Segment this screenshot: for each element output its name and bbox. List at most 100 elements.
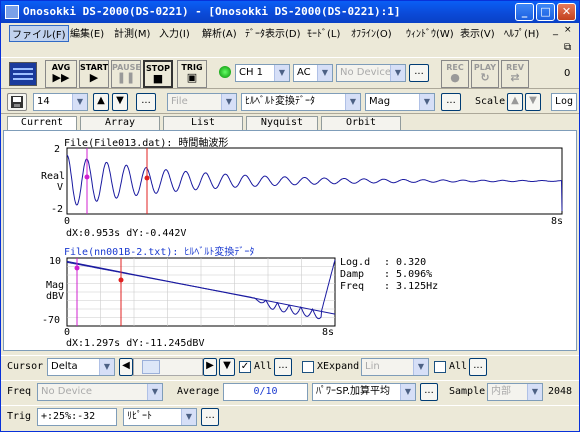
minimize-button[interactable]: _ bbox=[515, 3, 534, 21]
buffer-number-select[interactable]: 14 ▼ bbox=[33, 93, 88, 111]
tab-array[interactable]: Array bbox=[80, 116, 160, 130]
save-icon[interactable] bbox=[7, 93, 27, 111]
move-up-button[interactable]: ▲ bbox=[93, 93, 109, 111]
play-icon: ▶ bbox=[89, 71, 99, 84]
chevron-down-icon: ▼ bbox=[390, 65, 405, 81]
triangle-up-icon: ▲ bbox=[511, 95, 519, 106]
xexpand-checkbox[interactable] bbox=[302, 361, 314, 373]
move-down-button[interactable]: ▼ bbox=[112, 93, 128, 111]
plot2-cursor-2-marker bbox=[118, 277, 124, 283]
chevron-down-icon: ▼ bbox=[99, 359, 114, 375]
average-mode-select[interactable]: ﾊﾟﾜｰSP.加算平均 ▼ bbox=[312, 383, 416, 401]
format-more-button[interactable]: ... bbox=[441, 93, 461, 111]
tab-list[interactable]: List bbox=[163, 116, 243, 130]
cursor-left-button[interactable]: ◀ bbox=[119, 358, 133, 376]
expand-more-button[interactable]: ... bbox=[469, 358, 487, 376]
rec-button[interactable]: REC ● bbox=[441, 60, 469, 88]
freq-device-select[interactable]: No Device ▼ bbox=[37, 383, 163, 401]
sample-count: 2048 bbox=[548, 386, 573, 397]
cursor-scrollbar[interactable] bbox=[133, 358, 203, 376]
frequency-bar: Freq No Device ▼ Average 0/10 ﾊﾟﾜｰSP.加算平… bbox=[1, 380, 579, 402]
device-more-button[interactable]: ... bbox=[409, 64, 429, 82]
close-button[interactable]: ✕ bbox=[557, 3, 576, 21]
cursor-label: Cursor bbox=[7, 361, 44, 372]
tab-nyquist[interactable]: Nyquist bbox=[246, 116, 318, 130]
application-window: Onosokki DS-2000(DS-0221) - [Onosokki DS… bbox=[0, 0, 580, 432]
trigger-icon: ▣ bbox=[186, 71, 198, 84]
all-cursor-label: All bbox=[254, 361, 273, 372]
avg-button[interactable]: AVG ▶▶ bbox=[45, 60, 77, 88]
menu-mode[interactable]: ﾓｰﾄﾞ(L) bbox=[307, 25, 340, 40]
window-title: Onosokki DS-2000(DS-0221) - [Onosokki DS… bbox=[23, 5, 401, 18]
menu-input[interactable]: 入力(I) bbox=[159, 25, 190, 40]
play-button[interactable]: PLAY ↻ bbox=[471, 60, 499, 88]
cursor-down-button[interactable]: ▼ bbox=[219, 358, 235, 376]
scale-label: Scale bbox=[475, 96, 506, 107]
menu-file[interactable]: ファイル(F) bbox=[9, 25, 69, 42]
menu-analysis[interactable]: 解析(A) bbox=[202, 25, 237, 40]
chevron-down-icon: ▼ bbox=[419, 94, 434, 110]
reverse-icon: ⇄ bbox=[510, 71, 520, 84]
data-type-select[interactable]: ﾋﾙﾍﾞﾙﾄ変換ﾃﾞｰﾀ ▼ bbox=[241, 93, 361, 111]
buffer-more-button[interactable]: ... bbox=[136, 93, 156, 111]
chevron-down-icon: ▼ bbox=[413, 359, 428, 375]
average-more-button[interactable]: ... bbox=[420, 383, 438, 401]
mdi-minimize-button[interactable]: _ bbox=[553, 25, 558, 36]
counter-value: 0 bbox=[564, 68, 571, 79]
pause-button[interactable]: PAUSE ❚❚ bbox=[111, 60, 141, 88]
trigger-mode-select[interactable]: ﾘﾋﾟｰﾄ ▼ bbox=[123, 408, 197, 426]
title-bar[interactable]: Onosokki DS-2000(DS-0221) - [Onosokki DS… bbox=[1, 1, 579, 23]
plot1-cursor-2-marker bbox=[144, 175, 150, 181]
rev-button[interactable]: REV ⇄ bbox=[501, 60, 529, 88]
mdi-restore-button[interactable]: ⧉ bbox=[564, 42, 571, 53]
all-expand-checkbox[interactable] bbox=[434, 361, 446, 373]
menu-help[interactable]: ﾍﾙﾌﾟ(H) bbox=[504, 25, 539, 40]
chevron-down-icon: ▼ bbox=[274, 65, 289, 81]
cursor-right-button[interactable]: ▶ bbox=[203, 358, 217, 376]
menu-offline[interactable]: ｵﾌﾗｲﾝ(O) bbox=[351, 25, 392, 40]
chevron-down-icon: ▼ bbox=[72, 94, 87, 110]
stop-button[interactable]: STOP ■ bbox=[143, 60, 173, 88]
plot2-cursor-1-marker bbox=[74, 265, 80, 271]
replay-icon: ↻ bbox=[480, 71, 490, 84]
data-toolbar: 14 ▼ ▲ ▼ ... File ▼ ﾋﾙﾍﾞﾙﾄ変換ﾃﾞｰﾀ ▼ Mag ▼… bbox=[1, 90, 579, 114]
scale-up-button[interactable]: ▲ bbox=[507, 93, 523, 111]
all-cursor-checkbox[interactable]: ✓ bbox=[239, 361, 251, 373]
trig-button[interactable]: TRIG ▣ bbox=[177, 60, 207, 88]
plot1-cursor-1-marker bbox=[84, 174, 90, 180]
tab-orbit[interactable]: Orbit bbox=[321, 116, 401, 130]
scale-down-button[interactable]: ▼ bbox=[525, 93, 541, 111]
display-format-select[interactable]: Mag ▼ bbox=[365, 93, 435, 111]
maximize-button[interactable]: □ bbox=[536, 3, 555, 21]
channel-select[interactable]: CH 1 ▼ bbox=[235, 64, 290, 82]
menu-data-display[interactable]: ﾃﾞｰﾀ表示(D) bbox=[245, 25, 301, 40]
app-icon[interactable] bbox=[5, 5, 19, 19]
sample-source-select[interactable]: 内部 ▼ bbox=[487, 383, 543, 401]
menu-edit[interactable]: 編集(E) bbox=[70, 25, 104, 40]
file-select[interactable]: File ▼ bbox=[167, 93, 237, 111]
trigger-more-button[interactable]: ... bbox=[201, 408, 219, 426]
average-label: Average bbox=[177, 386, 220, 397]
menu-window[interactable]: ｳｨﾝﾄﾞｳ(W) bbox=[406, 25, 454, 40]
chevron-down-icon: ▼ bbox=[527, 384, 542, 400]
cursor-mode-select[interactable]: Delta ▼ bbox=[47, 358, 115, 376]
scale-type-field[interactable]: Log bbox=[551, 93, 577, 111]
mdi-close-button[interactable]: × bbox=[564, 25, 572, 35]
average-count-field[interactable]: 0/10 bbox=[223, 383, 308, 401]
cursor-scroll-thumb[interactable] bbox=[142, 360, 160, 374]
device-select[interactable]: No Device ▼ bbox=[336, 64, 406, 82]
waveform-plots[interactable] bbox=[4, 131, 576, 350]
tab-current[interactable]: Current bbox=[7, 116, 77, 131]
xexpand-scale-select[interactable]: Lin ▼ bbox=[361, 358, 429, 376]
cursor-more-button[interactable]: ... bbox=[274, 358, 292, 376]
start-button[interactable]: START ▶ bbox=[79, 60, 109, 88]
chevron-down-icon: ▼ bbox=[317, 65, 332, 81]
menu-view[interactable]: 表示(V) bbox=[460, 25, 495, 40]
menu-measure[interactable]: 計測(M) bbox=[114, 25, 150, 40]
xexpand-label: XExpand bbox=[317, 361, 360, 372]
triangle-down-icon: ▼ bbox=[529, 95, 537, 106]
coupling-select[interactable]: AC ▼ bbox=[293, 64, 333, 82]
record-icon: ● bbox=[450, 71, 460, 84]
pause-icon: ❚❚ bbox=[116, 71, 136, 84]
trigger-level-field[interactable]: +:25%:-32 bbox=[37, 408, 117, 426]
